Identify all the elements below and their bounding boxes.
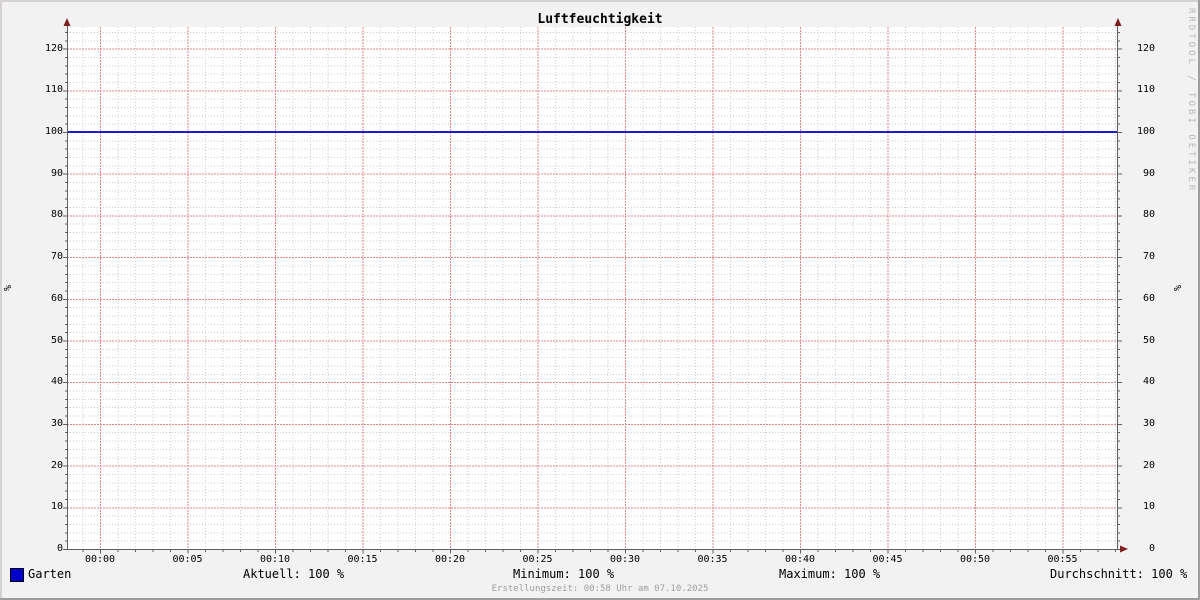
y-axis-tick-label: 30 <box>1115 417 1155 431</box>
y-axis-unit-left: % <box>2 281 16 295</box>
x-axis-tick-label: 00:30 <box>603 553 647 566</box>
y-axis-tick-label: 20 <box>1115 459 1155 473</box>
y-axis-tick-label: 30 <box>23 417 63 431</box>
y-axis-tick-label: 110 <box>23 83 63 97</box>
y-axis-tick-label: 50 <box>1115 334 1155 348</box>
y-axis-arrow-left <box>64 18 71 26</box>
legend-stat-aktuell: Aktuell: 100 % <box>243 567 344 581</box>
x-axis-tick-label: 00:10 <box>253 553 297 566</box>
legend-stat-maximum: Maximum: 100 % <box>779 567 880 581</box>
rrdtool-watermark: RRDTOOL / TOBI OETIKER <box>1186 8 1196 193</box>
legend-series-label: Garten <box>28 567 71 581</box>
chart-canvas <box>0 0 1200 600</box>
y-axis-arrow-right <box>1115 18 1122 26</box>
x-axis-tick-label: 00:50 <box>953 553 997 566</box>
plot-area <box>67 27 1118 549</box>
y-axis-tick-label: 40 <box>1115 375 1155 389</box>
x-axis-tick-label: 00:05 <box>166 553 210 566</box>
y-axis-tick-label: 90 <box>23 167 63 181</box>
rrdtool-graph: Luftfeuchtigkeit 01020304050607080901001… <box>0 0 1200 600</box>
legend-stat-durchschnitt: Durchschnitt: 100 % <box>1050 567 1187 581</box>
y-axis-tick-label: 0 <box>1115 542 1155 556</box>
y-axis-tick-label: 10 <box>1115 500 1155 514</box>
y-axis-tick-label: 120 <box>1115 42 1155 56</box>
creation-time: Erstellungszeit: 00:58 Uhr am 07.10.2025 <box>0 584 1200 594</box>
y-axis-tick-label: 10 <box>23 500 63 514</box>
x-axis-tick-label: 00:15 <box>341 553 385 566</box>
legend-stat-minimum: Minimum: 100 % <box>513 567 614 581</box>
y-axis-tick-label: 60 <box>1115 292 1155 306</box>
y-axis-tick-label: 110 <box>1115 83 1155 97</box>
y-axis-tick-label: 80 <box>23 208 63 222</box>
x-axis-tick-label: 00:55 <box>1041 553 1085 566</box>
y-axis-tick-label: 120 <box>23 42 63 56</box>
x-axis-tick-label: 00:00 <box>78 553 122 566</box>
y-axis-tick-label: 0 <box>23 542 63 556</box>
y-axis-tick-label: 80 <box>1115 208 1155 222</box>
x-axis-tick-label: 00:45 <box>866 553 910 566</box>
legend-swatch-garten <box>10 568 24 582</box>
y-axis-tick-label: 70 <box>1115 250 1155 264</box>
y-axis-tick-label: 20 <box>23 459 63 473</box>
x-axis-tick-label: 00:40 <box>778 553 822 566</box>
y-axis-tick-label: 70 <box>23 250 63 264</box>
y-axis-tick-label: 100 <box>23 125 63 139</box>
x-axis-tick-label: 00:35 <box>691 553 735 566</box>
y-axis-tick-label: 60 <box>23 292 63 306</box>
y-axis-tick-label: 40 <box>23 375 63 389</box>
x-axis-tick-label: 00:20 <box>428 553 472 566</box>
y-axis-tick-label: 50 <box>23 334 63 348</box>
y-axis-unit-right: % <box>1169 281 1183 295</box>
x-axis-tick-label: 00:25 <box>516 553 560 566</box>
y-axis-tick-label: 100 <box>1115 125 1155 139</box>
y-axis-tick-label: 90 <box>1115 167 1155 181</box>
